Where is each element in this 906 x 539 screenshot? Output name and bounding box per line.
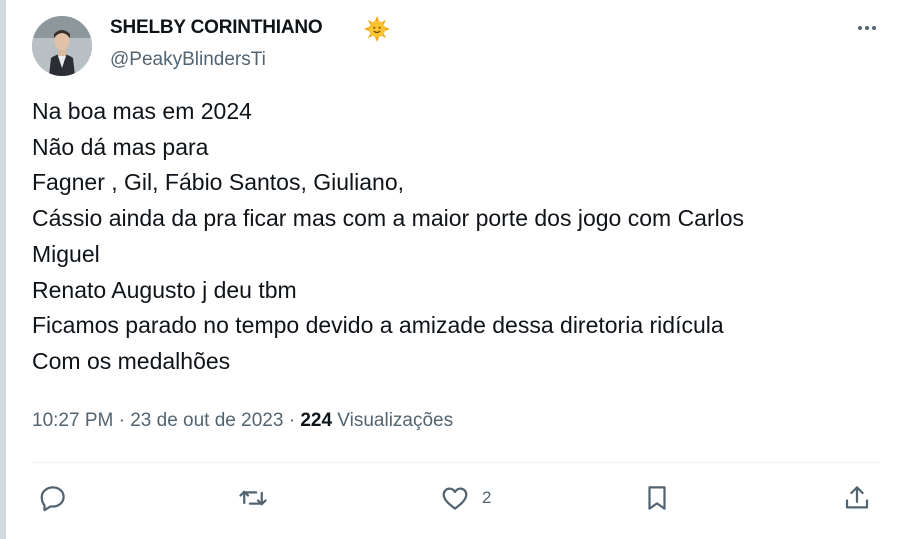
tweet-line: Na boa mas em 2024: [32, 98, 252, 124]
user-handle[interactable]: @PeakyBlindersTi: [110, 49, 266, 71]
reply-button[interactable]: [38, 482, 68, 514]
tweet-line: Cássio ainda da pra ficar mas com a maio…: [32, 205, 745, 232]
meta-separator: ·: [113, 410, 131, 431]
tweet-line: Miguel: [32, 240, 100, 267]
tweet-date[interactable]: 23 de out de 2023: [130, 410, 283, 431]
display-name[interactable]: SHELBY CORINTHIANO: [110, 17, 323, 39]
tweet-line: Ficamos parado no tempo devido a amizade…: [32, 312, 724, 339]
divider: [32, 462, 880, 463]
like-icon: [442, 487, 468, 510]
share-icon: [845, 486, 869, 509]
tweet-line: Não dá mas para: [32, 133, 209, 160]
avatar[interactable]: [32, 16, 92, 76]
views-count: 224: [300, 410, 333, 431]
retweet-button[interactable]: [238, 482, 268, 514]
bookmark-button[interactable]: [642, 482, 672, 514]
tweet-line: Com os medalhões: [32, 347, 231, 374]
tweet-line: Renato Augusto j deu tbm: [32, 276, 297, 303]
tweet-time[interactable]: 10:27 PM: [32, 410, 113, 431]
tweet-meta: 10:27 PM · 23 de out de 2023 · 224 Visua…: [32, 410, 453, 432]
tweet-line: Fagner , Gil, Fábio Santos, Giuliano,: [32, 169, 405, 196]
more-button[interactable]: [852, 16, 882, 40]
like-button[interactable]: 2: [440, 482, 491, 514]
tweet-card: SHELBY CORINTHIANO @PeakyBlindersTi Na b…: [6, 0, 906, 539]
retweet-icon: [239, 490, 267, 506]
bookmark-icon: [648, 486, 666, 510]
share-button[interactable]: [842, 482, 872, 514]
sun-with-face-emoji: [364, 16, 390, 42]
tweet-text: Na boa mas em 2024 Não dá mas para Fagne…: [32, 94, 872, 380]
views-label: Visualizações: [332, 410, 454, 431]
reply-icon: [40, 486, 65, 512]
like-count: 2: [482, 488, 492, 507]
meta-separator: ·: [283, 410, 301, 431]
avatar-image: [32, 16, 92, 76]
more-icon: [858, 26, 862, 30]
